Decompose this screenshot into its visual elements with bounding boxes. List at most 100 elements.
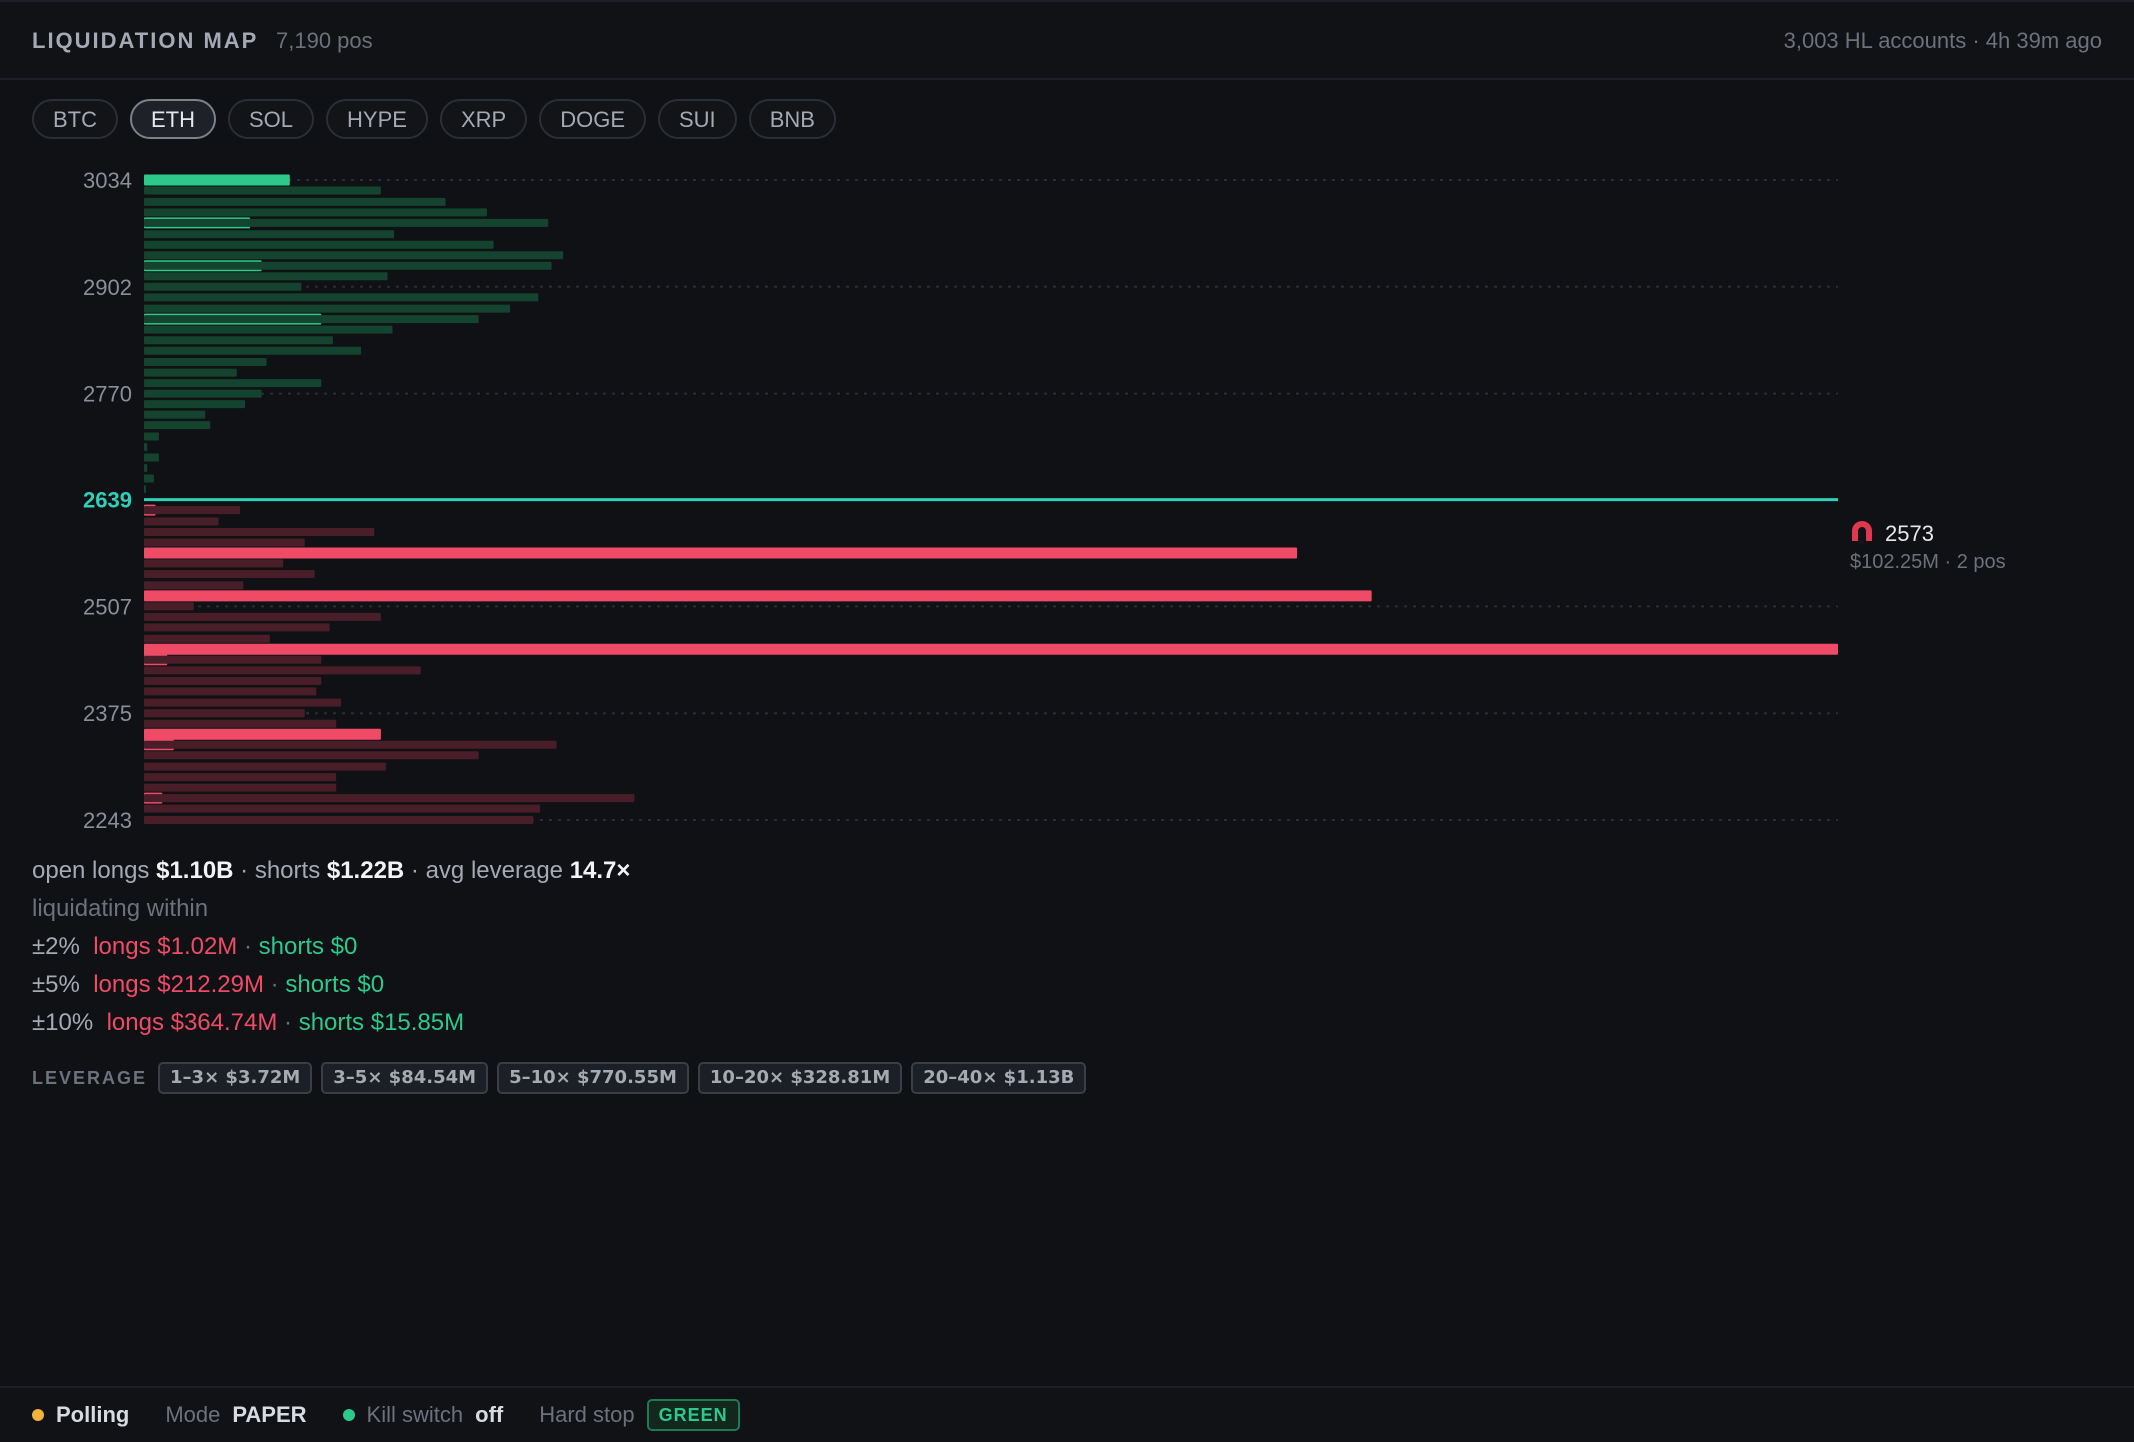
status-bar: Polling Mode PAPER Kill switch off Hard …: [0, 1386, 2134, 1442]
short-liquidation-bar: [144, 379, 322, 388]
short-liquidation-bar: [144, 410, 206, 419]
short-liquidation-bar: [144, 358, 267, 367]
long-liquidation-bar: [144, 740, 557, 749]
long-liquidation-bar: [144, 581, 244, 590]
long-liquidation-bar: [144, 687, 317, 696]
long-liquidation-bar: [144, 804, 540, 813]
hard-stop-badge: GREEN: [646, 1399, 740, 1431]
long-liquidation-bar: [144, 634, 270, 643]
short-liquidation-bar: [144, 230, 395, 239]
short-liquidation-bar: [144, 464, 148, 473]
long-liquidation-bar: [144, 538, 305, 547]
long-liquidation-bar: [144, 643, 1838, 655]
range-row-10pct: ±10% longs $364.74M · shorts $15.85M: [32, 1009, 465, 1036]
long-liquidation-bar: [144, 783, 337, 792]
magnet-shape: [1852, 521, 1872, 541]
long-liquidation-bar: [144, 666, 421, 675]
y-tick-label: 2639: [83, 488, 132, 513]
tab-eth[interactable]: ETH: [130, 99, 216, 139]
open-shorts-value: $1.22B: [326, 857, 405, 884]
long-liquidation-bar: [144, 762, 386, 771]
short-liquidation-bar: [144, 336, 333, 345]
short-liquidation-bar: [144, 432, 159, 441]
polling-dot-icon: [32, 1409, 44, 1421]
long-liquidation-bar: [144, 655, 322, 664]
kill-switch-status[interactable]: Kill switch off: [342, 1402, 503, 1428]
long-liquidation-bar: [144, 751, 479, 760]
long-liquidation-bar: [144, 816, 534, 824]
short-liquidation-bar: [144, 443, 148, 452]
short-liquidation-bar: [144, 174, 290, 186]
short-liquidation-bar: [144, 389, 262, 398]
callout-price: 2573: [1885, 521, 1934, 546]
short-liquidation-bar: [144, 272, 388, 281]
y-tick-label: 3034: [83, 168, 132, 193]
short-liquidation-bar: [144, 368, 237, 377]
tab-bnb[interactable]: BNB: [748, 99, 836, 139]
long-liquidation-bar: [144, 794, 635, 803]
hard-stop-status: Hard stop GREEN: [539, 1399, 740, 1431]
long-liquidation-bar: [144, 590, 1372, 602]
tab-doge[interactable]: DOGE: [539, 99, 646, 139]
liquidation-stats: open longs $1.10B · shorts $1.22B · avg …: [32, 856, 630, 1046]
leverage-buckets: LEVERAGE 1–3× $3.72M 3–5× $84.54M 5–10× …: [32, 1062, 1087, 1094]
tab-btc[interactable]: BTC: [32, 99, 118, 139]
short-liquidation-bar: [144, 304, 511, 313]
leverage-chip[interactable]: 10–20× $328.81M: [697, 1062, 903, 1094]
liquidating-within-label: liquidating within: [32, 895, 209, 922]
y-tick-label: 2507: [83, 594, 132, 619]
y-tick-label: 2770: [83, 382, 132, 407]
top-bar: LIQUIDATION MAP 7,190 pos 3,003 HL accou…: [0, 0, 2134, 80]
short-liquidation-bar: [144, 208, 487, 217]
short-liquidation-bar: [144, 485, 146, 494]
position-count: 7,190 pos: [276, 28, 373, 53]
long-liquidation-bar: [144, 698, 342, 707]
leverage-chip[interactable]: 1–3× $3.72M: [158, 1062, 313, 1094]
accounts-updated: 3,003 HL accounts · 4h 39m ago: [1783, 28, 2102, 53]
short-liquidation-bar: [144, 197, 446, 206]
long-liquidation-bar: [144, 728, 381, 740]
long-liquidation-bar: [144, 602, 194, 611]
long-liquidation-bar: [144, 709, 305, 718]
short-liquidation-bar: [144, 453, 159, 462]
kill-switch-dot-icon: [342, 1409, 355, 1421]
short-liquidation-bar: [144, 325, 393, 334]
page-title: LIQUIDATION MAP: [32, 28, 259, 53]
short-liquidation-bar: [144, 261, 552, 270]
range-row-5pct: ±5% longs $212.29M · shorts $0: [32, 971, 385, 998]
long-liquidation-bar: [144, 570, 315, 579]
avg-leverage-value: 14.7×: [569, 857, 631, 884]
short-liquidation-bar: [144, 421, 211, 430]
leverage-chip[interactable]: 3–5× $84.54M: [321, 1062, 489, 1094]
range-row-2pct: ±2% longs $1.02M · shorts $0: [32, 933, 358, 960]
tab-xrp[interactable]: XRP: [439, 99, 528, 139]
tab-hype[interactable]: HYPE: [326, 99, 428, 139]
short-liquidation-bar: [144, 346, 362, 355]
long-liquidation-bar: [144, 517, 219, 526]
long-liquidation-bar: [144, 559, 284, 568]
tab-sui[interactable]: SUI: [658, 99, 737, 139]
y-tick-label: 2243: [83, 808, 132, 833]
leverage-chip[interactable]: 5–10× $770.55M: [497, 1062, 689, 1094]
long-liquidation-bar: [144, 547, 1298, 559]
open-longs-value: $1.10B: [156, 857, 234, 884]
leverage-label: LEVERAGE: [32, 1067, 148, 1088]
y-tick-label: 2375: [83, 701, 132, 726]
short-liquidation-bar: [144, 315, 479, 324]
y-tick-label: 2902: [83, 275, 132, 300]
long-liquidation-bar: [144, 527, 375, 536]
magnet-icon: [1852, 521, 1872, 541]
mode-value: PAPER: [232, 1402, 307, 1427]
asset-tabs: BTC ETH SOL HYPE XRP DOGE SUI BNB: [32, 99, 836, 139]
tab-sol[interactable]: SOL: [228, 99, 315, 139]
short-liquidation-bar: [144, 474, 154, 483]
liquidation-chart: 3034 2902 2770 2639 2507 2375 2243 2573 $102.25M…: [83, 168, 2006, 833]
short-liquidation-bar: [144, 240, 494, 249]
short-liquidation-bar: [144, 218, 549, 227]
long-liquidation-bar: [144, 773, 337, 782]
long-liquidation-bar: [144, 719, 337, 728]
short-liquidation-bar: [144, 251, 564, 260]
leverage-chip[interactable]: 20–40× $1.13B: [911, 1062, 1087, 1094]
polling-status: Polling: [32, 1402, 129, 1428]
short-liquidation-bar: [144, 400, 246, 409]
